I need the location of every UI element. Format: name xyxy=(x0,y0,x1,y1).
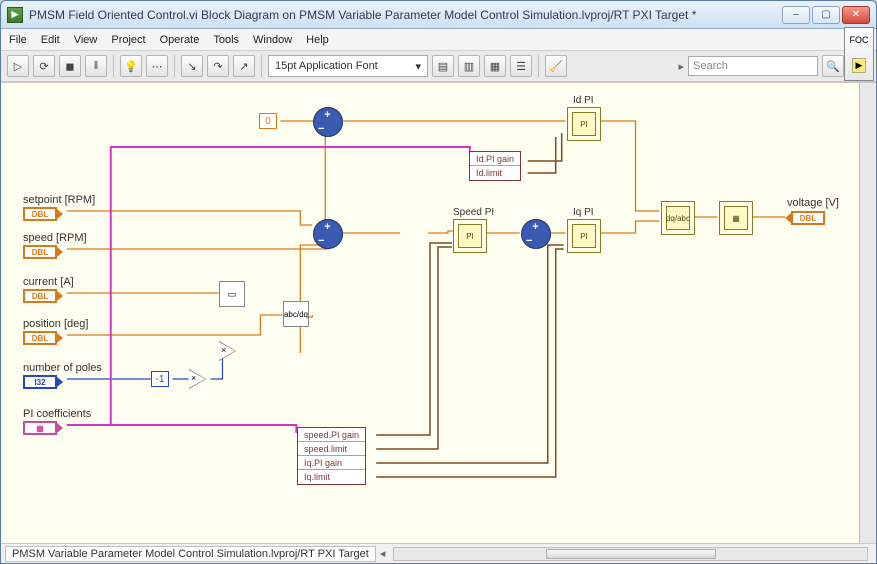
label-iq-pi: Iq PI xyxy=(573,207,594,218)
menu-project[interactable]: Project xyxy=(111,34,145,46)
titlebar: ▶ PMSM Field Oriented Control.vi Block D… xyxy=(1,1,876,29)
chevron-down-icon: ▾ xyxy=(415,60,421,73)
maximize-button[interactable]: ▢ xyxy=(812,6,840,24)
unbundle-iq-gain: Iq.PI gain xyxy=(298,456,365,470)
vi-icon-panel[interactable]: FOC ▶ xyxy=(844,27,874,81)
terminal-setpoint[interactable]: DBL xyxy=(23,207,57,221)
abc-dq-node[interactable]: abc/dq xyxy=(283,301,309,327)
sum-id[interactable]: +− xyxy=(313,107,343,137)
search-chevron-icon[interactable]: ▸ xyxy=(678,60,684,73)
build-array-node[interactable]: ▭ xyxy=(219,281,245,307)
label-pi-coeff: PI coefficients xyxy=(23,408,91,420)
const-zero[interactable]: 0 xyxy=(259,113,277,129)
menu-view[interactable]: View xyxy=(74,34,98,46)
vi-icon-top: FOC xyxy=(850,35,869,45)
label-current: current [A] xyxy=(23,276,74,288)
label-voltage: voltage [V] xyxy=(787,197,839,209)
retain-button[interactable]: ⋯ xyxy=(146,55,168,77)
font-selector[interactable]: 15pt Application Font ▾ xyxy=(268,55,428,77)
step-into-button[interactable]: ↘ xyxy=(181,55,203,77)
distribute-button[interactable]: ▥ xyxy=(458,55,480,77)
resize-button[interactable]: ▦ xyxy=(484,55,506,77)
app-window: ▶ PMSM Field Oriented Control.vi Block D… xyxy=(0,0,877,564)
menu-window[interactable]: Window xyxy=(253,34,292,46)
terminal-current[interactable]: DBL xyxy=(23,289,57,303)
sum-iq[interactable]: +− xyxy=(521,219,551,249)
unbundle-speed-gain: speed.PI gain xyxy=(298,428,365,442)
pause-button[interactable]: ‖ xyxy=(85,55,107,77)
label-id-pi: Id PI xyxy=(573,95,594,106)
unbundle-id-limit: Id.limit xyxy=(470,166,520,180)
label-speed-pi: Speed PI xyxy=(453,207,494,218)
label-setpoint: setpoint [RPM] xyxy=(23,194,95,206)
app-icon: ▶ xyxy=(7,7,23,23)
mul-node-2[interactable]: × xyxy=(221,345,226,355)
terminal-speed[interactable]: DBL xyxy=(23,245,57,259)
menu-help[interactable]: Help xyxy=(306,34,329,46)
menu-operate[interactable]: Operate xyxy=(160,34,200,46)
label-speed: speed [RPM] xyxy=(23,232,87,244)
menu-tools[interactable]: Tools xyxy=(213,34,239,46)
subvi-output[interactable]: ▦ xyxy=(719,201,753,235)
const-neg1[interactable]: -1 xyxy=(151,371,169,387)
vertical-scrollbar[interactable] xyxy=(859,83,876,543)
step-out-button[interactable]: ↗ xyxy=(233,55,255,77)
unbundle-speed-limit: speed.limit xyxy=(298,442,365,456)
unbundle-main[interactable]: speed.PI gain speed.limit Iq.PI gain Iq.… xyxy=(297,427,366,485)
menu-file[interactable]: File xyxy=(9,34,27,46)
subvi-id-pi[interactable]: PI xyxy=(567,107,601,141)
horizontal-scrollbar[interactable] xyxy=(393,547,868,561)
stop-button[interactable]: ◼ xyxy=(59,55,81,77)
window-title: PMSM Field Oriented Control.vi Block Dia… xyxy=(29,8,782,22)
status-path[interactable]: PMSM Variable Parameter Model Control Si… xyxy=(5,546,376,562)
block-diagram-canvas[interactable]: setpoint [RPM] DBL speed [RPM] DBL curre… xyxy=(1,83,859,543)
statusbar: PMSM Variable Parameter Model Control Si… xyxy=(1,543,876,563)
terminal-position[interactable]: DBL xyxy=(23,331,57,345)
menubar: File Edit View Project Operate Tools Win… xyxy=(1,29,876,51)
font-label: 15pt Application Font xyxy=(275,60,378,72)
subvi-speed-pi[interactable]: PI xyxy=(453,219,487,253)
label-position: position [deg] xyxy=(23,318,88,330)
terminal-pi-coeff[interactable]: ▦ xyxy=(23,421,57,435)
reorder-button[interactable]: ☰ xyxy=(510,55,532,77)
subvi-dq-abc[interactable]: dq/abc xyxy=(661,201,695,235)
unbundle-id-gain: Id.PI gain xyxy=(470,152,520,166)
label-poles: number of poles xyxy=(23,362,102,374)
toolbar: ▷ ⟳ ◼ ‖ 💡 ⋯ ↘ ↷ ↗ 15pt Application Font … xyxy=(1,51,876,83)
menu-edit[interactable]: Edit xyxy=(41,34,60,46)
run-cont-button[interactable]: ⟳ xyxy=(33,55,55,77)
close-button[interactable]: ✕ xyxy=(842,6,870,24)
mul-node-1[interactable]: × xyxy=(191,373,196,383)
step-over-button[interactable]: ↷ xyxy=(207,55,229,77)
unbundle-iq-limit: Iq.limit xyxy=(298,470,365,484)
minimize-button[interactable]: – xyxy=(782,6,810,24)
search-input[interactable]: Search xyxy=(688,56,818,76)
cleanup-button[interactable]: 🧹 xyxy=(545,55,567,77)
terminal-voltage[interactable]: DBL xyxy=(791,211,825,225)
subvi-iq-pi[interactable]: PI xyxy=(567,219,601,253)
run-button[interactable]: ▷ xyxy=(7,55,29,77)
chevron-left-icon[interactable]: ◂ xyxy=(380,547,386,560)
unbundle-id[interactable]: Id.PI gain Id.limit xyxy=(469,151,521,181)
search-button[interactable]: 🔍 xyxy=(822,55,844,77)
vi-icon-bot: ▶ xyxy=(852,58,867,73)
sum-speed[interactable]: +− xyxy=(313,219,343,249)
highlight-button[interactable]: 💡 xyxy=(120,55,142,77)
terminal-poles[interactable]: I32 xyxy=(23,375,57,389)
align-button[interactable]: ▤ xyxy=(432,55,454,77)
